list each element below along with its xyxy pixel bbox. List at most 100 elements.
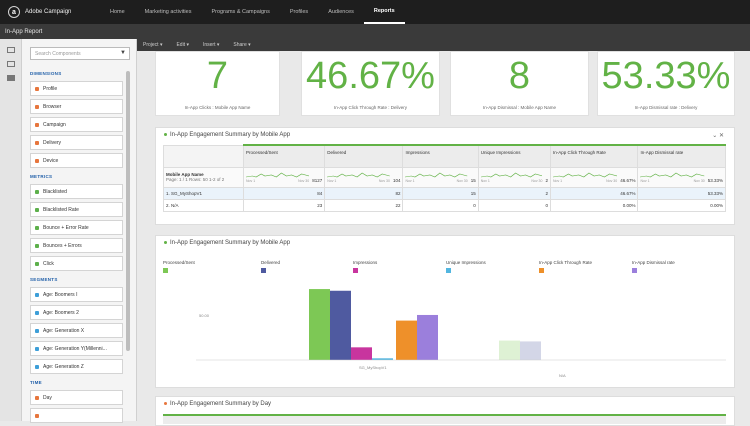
bar-impressions-0[interactable] [351,347,372,360]
sidebar-item[interactable]: Age: Boomers 2 [30,305,123,320]
sidebar-item[interactable]: Age: Generation Y(Millenni... [30,341,123,356]
nav-tab-3[interactable]: Profiles [280,0,318,24]
bar-processed-sent-0[interactable] [309,289,330,360]
table-column-header[interactable]: Delivered [324,144,404,168]
sidebar-section-time: TIME [30,380,42,385]
y-tick-label: 50.00 [199,313,210,318]
nav-tab-2[interactable]: Programs & Campaigns [201,0,279,24]
app-logo[interactable]: a Adobe Campaign [0,6,100,18]
sidebar-scrollbar[interactable] [126,71,130,351]
kpi-label: In-App Dismissal : Mobile App Name [482,105,557,110]
panel-title-text: In-App Engagement Summary by Mobile App [170,132,291,138]
spark-start-label: Nov 1 [327,179,337,183]
visualizations-icon[interactable] [6,61,15,67]
table-row[interactable]: 1. SG_MyShopV1 84 82 15 2 46.67% 53.33% [163,186,726,200]
sidebar-item[interactable]: Bounces + Errors [30,238,123,253]
bar-in-app-dismissal-rate-0[interactable] [417,314,438,360]
collapse-icon[interactable]: ⌄ [712,133,717,139]
bar-chart: 50.00 SG_MyShopV1 N/A [196,289,726,378]
freeform-table-panel: In-App Engagement Summary by Mobile App … [155,127,735,225]
kpi-row: 7 In-App Clicks : Mobile App Name 46.67%… [155,51,735,116]
panel-title[interactable]: In-App Engagement Summary by Day [164,401,271,407]
kpi-value: 53.33% [601,55,731,97]
row-value-cell: 22 [324,198,404,212]
bar-delivered-1[interactable] [520,341,541,360]
sidebar-item-label: Blacklisted [43,188,67,195]
bar-delivered-0[interactable] [330,290,351,360]
sidebar-item[interactable]: Click [30,256,123,271]
spark-end-label: Nov 30 [378,179,390,183]
spark-start-label: Nov 1 [640,179,650,183]
table-column-header[interactable]: In-App Click Through Rate [549,144,639,168]
menu-project[interactable]: Project ▾ [143,42,162,48]
row-index: 2. [166,202,170,208]
kpi-tile[interactable]: 8 In-App Dismissal : Mobile App Name [450,51,589,116]
row-name-cell[interactable]: 2. N/A [163,198,244,212]
table-column-header[interactable]: Impressions [402,144,479,168]
table-column-header[interactable]: Unique Impressions [477,144,551,168]
sidebar-item-label: Click [43,260,54,267]
sidebar-item-label: Blacklisted Rate [43,206,79,213]
bar-in-app-click-through-rate-0[interactable] [396,320,417,360]
x-tick-label: N/A [559,373,566,378]
dimension-component-icon [35,158,39,163]
components-icon[interactable] [6,75,15,81]
row-name-cell[interactable]: 1. SG_MyShopV1 [163,186,244,200]
sidebar-item[interactable]: Profile [30,81,123,96]
x-tick-label: SG_MyShopV1 [359,365,387,370]
panel-status-icon [164,401,167,405]
totals-cell: Nov 1 Nov 30 46.67% [549,166,639,188]
sidebar-item-label: Bounces + Errors [43,242,82,249]
sidebar-item[interactable]: Age: Generation Z [30,359,123,374]
row-value-cell: 23 [242,198,326,212]
nav-tab-4[interactable]: Audiences [318,0,364,24]
panel-status-icon [164,132,167,136]
panel-controls[interactable]: ⌄ ✕ [712,132,724,139]
sidebar-item-label: Age: Boomers 2 [43,309,79,316]
kpi-tile[interactable]: 7 In-App Clicks : Mobile App Name [155,51,280,116]
table-column-header[interactable]: In-App Dismissal rate [637,144,726,168]
sidebar-item[interactable]: Device [30,153,123,168]
sidebar-item-label: Age: Generation X [43,327,85,334]
total-value: 104 [392,178,401,183]
sidebar-item[interactable]: Browser [30,99,123,114]
menu-share[interactable]: Share ▾ [233,42,250,48]
left-rail [0,39,22,421]
nav-tab-0[interactable]: Home [100,0,135,24]
total-value: 8127 [312,178,323,183]
sidebar-item[interactable]: Age: Boomers I [30,287,123,302]
menu-edit[interactable]: Edit ▾ [176,42,189,48]
total-value: 53.33% [707,178,723,183]
row-name[interactable]: SG_MyShopV1 [171,191,202,196]
sidebar-item[interactable]: Blacklisted [30,184,123,199]
kpi-tile[interactable]: 46.67% In-App Click Through Rate : Deliv… [301,51,440,116]
kpi-tile[interactable]: 53.33% In-App Dismissal rate : Delivery [597,51,735,116]
freeform-table: Processed/Sent Delivered Impressions Unique… [163,144,726,212]
totals-cell: Nov 1 Nov 30 104 [324,166,404,188]
table-pager[interactable]: Page: 1 / 1 Rows: 50 1-2 of 2 [166,177,241,182]
nav-tab-5[interactable]: Reports [363,0,405,24]
sidebar-item[interactable]: Age: Generation X [30,323,123,338]
bar-chart-panel: In-App Engagement Summary by Mobile App … [155,235,735,388]
sidebar-item[interactable]: Campaign [30,117,123,132]
sidebar-item-label: Age: Boomers I [43,291,78,298]
menu-insert[interactable]: Insert ▾ [203,42,219,48]
table-row[interactable]: 2. N/A 23 22 0 0 0.00% 0.00% [163,198,726,212]
filter-icon[interactable]: ▼ [120,50,126,56]
panels-icon[interactable] [6,47,15,53]
sidebar-item-label: Delivery [43,139,62,146]
sidebar-item[interactable]: Delivery [30,135,123,150]
sidebar-item[interactable]: Day [30,390,123,405]
spark-start-label: Nov 1 [552,179,563,183]
nav-tab-1[interactable]: Marketing activities [135,0,202,24]
sidebar-item-label: Age: Generation Z [43,363,84,370]
sidebar-item[interactable]: Blacklisted Rate [30,202,123,217]
table-column-header[interactable]: Processed/Sent [242,144,326,168]
row-name[interactable]: N/A [171,203,179,208]
close-icon[interactable]: ✕ [719,133,724,139]
totals-cell: Nov 1 Nov 30 8127 [242,166,326,188]
panel-title[interactable]: In-App Engagement Summary by Mobile App [164,132,290,138]
sidebar-item[interactable]: Bounce + Error Rate [30,220,123,235]
search-components-input[interactable]: Search Components ▼ [30,47,130,60]
bar-processed-sent-1[interactable] [499,340,520,360]
